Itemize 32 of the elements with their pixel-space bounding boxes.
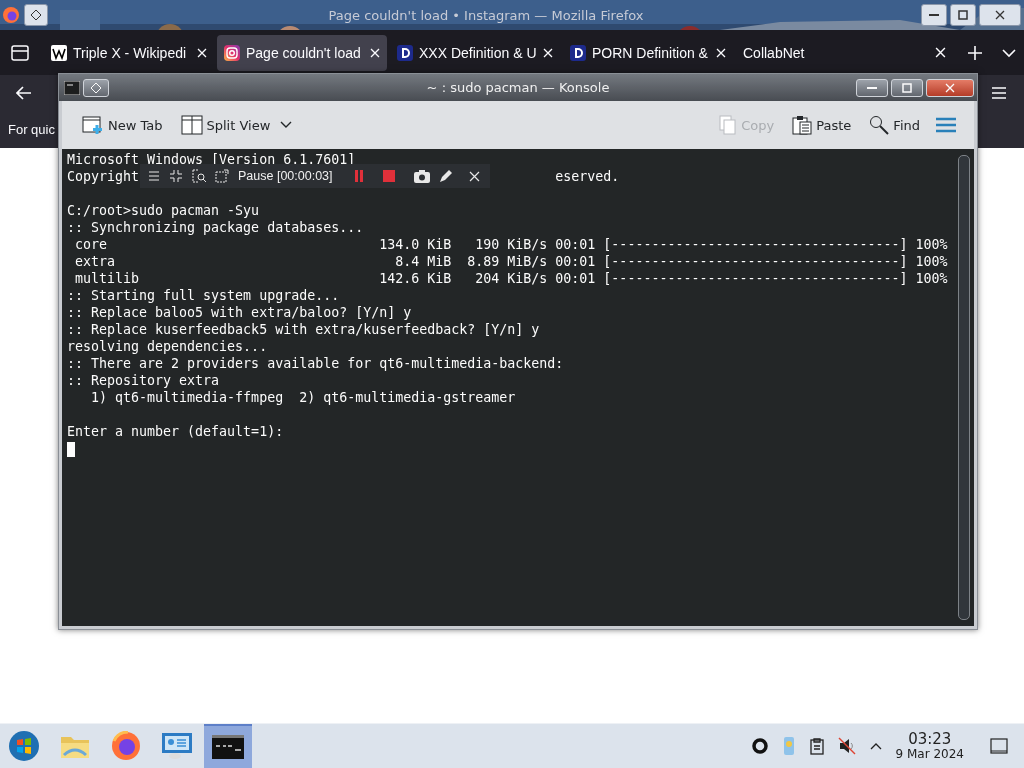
terminal-line: :: Replace baloo5 with extra/baloo? [Y/n] y: [67, 305, 412, 320]
clock-date: 9 Mar 2024: [895, 748, 964, 760]
window-title: ~ : sudo pacman — Konsole: [426, 80, 610, 95]
terminal-line: C:/root>sudo pacman -Syu: [67, 203, 260, 218]
browser-tab[interactable]: Page couldn't load: [217, 34, 387, 71]
recording-status: Pause [00:00:03]: [238, 169, 333, 183]
browser-tab[interactable]: CollabNet: [736, 34, 906, 71]
terminal-line: Enter a number (default=1):: [67, 424, 284, 439]
terminal-line: :: Replace kuserfeedback5 with extra/kuserfeedback? [Y/n] y: [67, 322, 540, 337]
terminal-line: :: Starting full system upgrade...: [67, 288, 340, 303]
clock-time: 03:23: [908, 732, 952, 747]
browser-tab[interactable]: XXX Definition & U: [390, 34, 560, 71]
terminal-line: :: Synchronizing package databases...: [67, 220, 364, 235]
terminal-line: :: Repository extra: [67, 373, 220, 388]
terminal-line: 1) qt6-multimedia-ffmpeg 2) qt6-multimedia-gstreamer: [90, 390, 516, 405]
terminal-line: extra 8.4 MiB 8.89 MiB/s 00:01 [------------------------------------] 100%: [74, 254, 948, 269]
bookmarks-text: For quic: [8, 121, 55, 137]
terminal-line: multilib 142.6 KiB 204 KiB/s 00:01 [------------------------------------] 100%: [74, 271, 948, 286]
terminal-line: Copyright: [67, 169, 140, 184]
toolbar-button[interactable]: Find: [867, 111, 922, 139]
toolbar-button[interactable]: New Tab: [80, 111, 165, 139]
window-title: Page couldn't load • Instagram — Mozilla Firefox: [327, 7, 645, 23]
browser-tab[interactable]: PORN Definition &: [563, 34, 733, 71]
terminal-line: :: There are 2 providers available for qt6-multimedia-backend:: [67, 356, 564, 371]
toolbar-button[interactable]: Paste: [790, 111, 854, 139]
terminal-line: Microsoft Windows [Version 6.1.7601]: [67, 152, 356, 167]
terminal-line: eserved.: [555, 168, 620, 185]
toolbar-button[interactable]: Split View: [178, 111, 295, 139]
terminal-line: core 134.0 KiB 190 KiB/s 00:01 [------------------------------------] 100%: [74, 237, 948, 252]
clock[interactable]: 03:23 9 Mar 2024: [895, 732, 964, 760]
browser-tab[interactable]: Triple X - Wikipedi: [44, 34, 214, 71]
terminal-line: resolving dependencies...: [67, 339, 268, 354]
